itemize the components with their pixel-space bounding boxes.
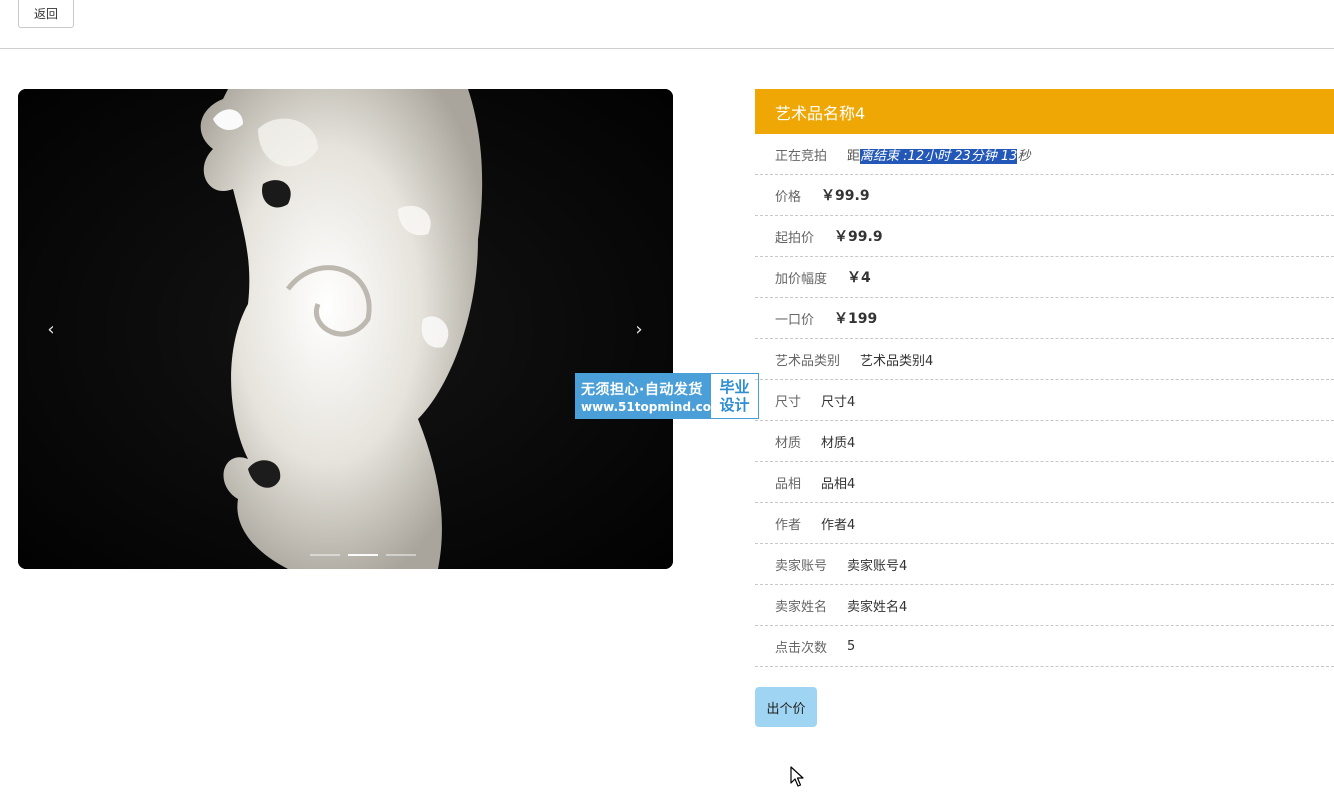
- material-label: 材质: [775, 435, 802, 451]
- increment-value: ￥4: [847, 270, 871, 286]
- seller-name-label: 卖家姓名: [775, 599, 828, 615]
- seller-name-value: 卖家姓名4: [847, 599, 908, 615]
- start-price-label: 起拍价: [775, 230, 815, 246]
- watermark-text: 无须担心·自动发货 www.51topmind.com: [576, 374, 724, 418]
- start-price-value: ￥99.9: [834, 229, 883, 245]
- carousel-indicators: [310, 554, 416, 556]
- condition-label: 品相: [775, 476, 802, 492]
- price-row: 价格 ￥99.9: [755, 175, 1334, 216]
- countdown-selected-text: 离结束 :12小时 23分钟 13: [860, 148, 1018, 164]
- category-label: 艺术品类别: [775, 353, 841, 369]
- watermark-url: www.51topmind.com: [581, 399, 724, 414]
- watermark-badge: 毕业 设计: [711, 374, 758, 418]
- author-row: 作者 作者4: [755, 503, 1334, 544]
- watermark-badge-line2: 设计: [719, 396, 750, 414]
- place-bid-button[interactable]: 出个价: [755, 687, 817, 727]
- carousel-indicator-active[interactable]: [348, 554, 378, 556]
- click-count-value: 5: [847, 638, 856, 654]
- carousel-indicator[interactable]: [310, 554, 340, 556]
- buyout-price-row: 一口价 ￥199: [755, 298, 1334, 339]
- size-value: 尺寸4: [821, 394, 856, 410]
- buyout-price-label: 一口价: [775, 312, 815, 328]
- mouse-pointer-icon: [790, 766, 804, 787]
- carousel-next-arrow[interactable]: ›: [627, 317, 651, 341]
- click-count-label: 点击次数: [775, 640, 828, 656]
- seller-account-row: 卖家账号 卖家账号4: [755, 544, 1334, 585]
- watermark-badge-line1: 毕业: [719, 378, 750, 396]
- watermark-banner: 无须担心·自动发货 www.51topmind.com 毕业 设计: [575, 373, 759, 419]
- seller-account-label: 卖家账号: [775, 558, 828, 574]
- click-count-row: 点击次数 5: [755, 626, 1334, 667]
- top-bar: 返回: [0, 0, 1334, 49]
- increment-label: 加价幅度: [775, 271, 828, 287]
- category-row: 艺术品类别 艺术品类别4: [755, 339, 1334, 380]
- author-value: 作者4: [821, 517, 856, 533]
- image-carousel[interactable]: ‹ ›: [18, 89, 673, 569]
- author-label: 作者: [775, 517, 802, 533]
- status-label: 正在竞拍: [775, 148, 828, 164]
- increment-row: 加价幅度 ￥4: [755, 257, 1334, 298]
- seller-name-row: 卖家姓名 卖家姓名4: [755, 585, 1334, 626]
- artwork-detail-panel: 艺术品名称4 正在竞拍 距离结束 :12小时 23分钟 13秒 价格 ￥99.9…: [755, 89, 1334, 667]
- status-row: 正在竞拍 距离结束 :12小时 23分钟 13秒: [755, 134, 1334, 175]
- buyout-price-value: ￥199: [834, 311, 878, 327]
- countdown-prefix: 距: [847, 148, 861, 164]
- start-price-row: 起拍价 ￥99.9: [755, 216, 1334, 257]
- condition-value: 品相4: [821, 476, 856, 492]
- price-label: 价格: [775, 189, 802, 205]
- back-button[interactable]: 返回: [18, 0, 74, 28]
- material-value: 材质4: [821, 435, 856, 451]
- condition-row: 品相 品相4: [755, 462, 1334, 503]
- artwork-image: [18, 89, 673, 569]
- size-label: 尺寸: [775, 394, 802, 410]
- carousel-prev-arrow[interactable]: ‹: [39, 317, 63, 341]
- material-row: 材质 材质4: [755, 421, 1334, 462]
- countdown-timer: 距离结束 :12小时 23分钟 13秒: [847, 145, 1030, 164]
- carousel-indicator[interactable]: [386, 554, 416, 556]
- size-row: 尺寸 尺寸4: [755, 380, 1334, 421]
- price-value: ￥99.9: [821, 188, 870, 204]
- countdown-suffix: 秒: [1017, 148, 1031, 164]
- watermark-slogan: 无须担心·自动发货: [581, 381, 703, 398]
- seller-account-value: 卖家账号4: [847, 558, 908, 574]
- artwork-title: 艺术品名称4: [755, 89, 1334, 134]
- category-value: 艺术品类别4: [860, 353, 934, 369]
